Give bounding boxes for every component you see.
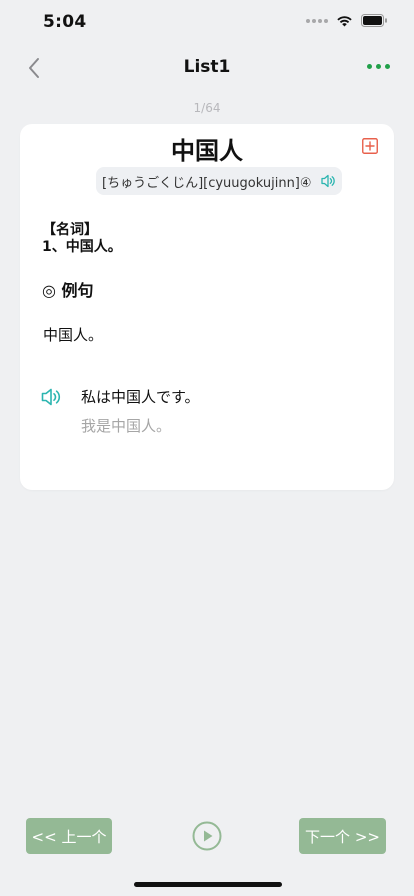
previous-button[interactable]: << 上一个 <box>26 818 112 854</box>
nav-title: List1 <box>183 57 231 77</box>
word-meaning: 1、中国人。 <box>42 239 122 255</box>
example-sentence-translation: 我是中国人。 <box>81 417 172 435</box>
add-to-list-icon[interactable] <box>362 138 378 154</box>
wifi-icon <box>337 16 352 27</box>
page-counter: 1/64 <box>193 101 221 115</box>
battery-icon <box>361 14 387 27</box>
speaker-icon <box>320 173 336 189</box>
status-bar: 5:04 <box>0 0 414 46</box>
reading-text: [ちゅうごくじん][cyuugokujinn]④ <box>102 175 312 191</box>
cellular-signal-icon <box>306 18 328 23</box>
reading-pronunciation-button[interactable]: [ちゅうごくじん][cyuugokujinn]④ <box>96 167 342 195</box>
more-dots-icon <box>367 64 372 69</box>
status-time: 5:04 <box>43 12 87 32</box>
play-icon[interactable] <box>192 821 222 851</box>
word-card: 中国人 [ちゅうごくじん][cyuugokujinn]④ 【名词】 1、中国人。… <box>20 124 394 490</box>
example-word: 中国人。 <box>43 326 104 344</box>
next-button[interactable]: 下一个 >> <box>299 818 386 854</box>
example-section-header: ◎ 例句 <box>42 281 94 300</box>
status-icons <box>306 14 388 27</box>
example-sentence-japanese: 私は中国人です。 <box>81 388 200 406</box>
nav-bar: List1 <box>0 46 414 90</box>
more-options-button[interactable] <box>367 60 390 73</box>
sentence-speaker-icon[interactable] <box>40 386 62 408</box>
word-title: 中国人 <box>171 137 243 165</box>
home-indicator <box>134 882 282 887</box>
